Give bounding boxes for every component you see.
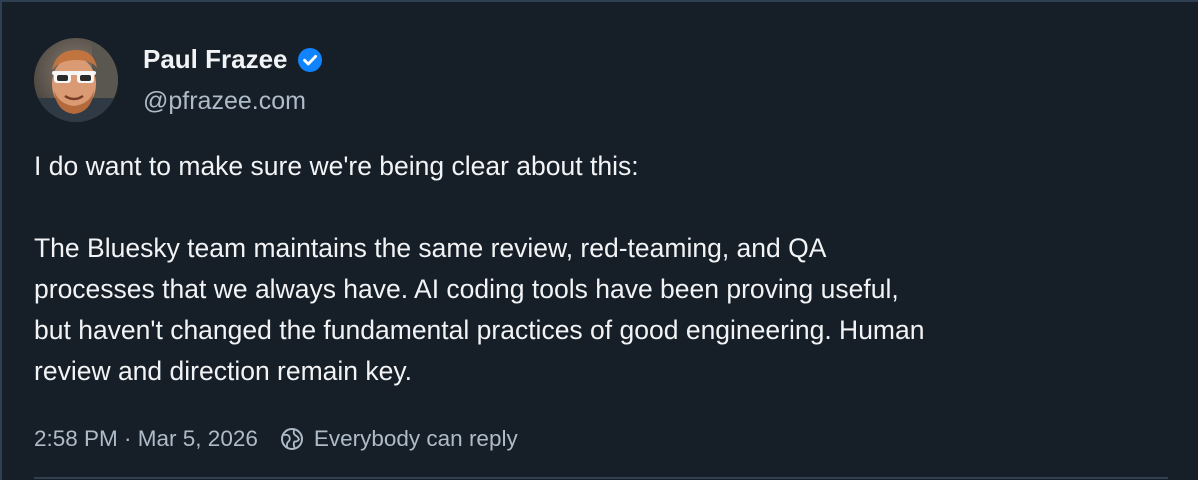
avatar-photo [34, 38, 118, 122]
post-meta: 2:58 PM · Mar 5, 2026 Everybody can repl… [34, 424, 518, 454]
post-text-line: review and direction remain key. [34, 356, 413, 386]
bottom-divider [34, 477, 1168, 479]
author-avatar[interactable] [34, 38, 118, 122]
post-text-line: I do want to make sure we're being clear… [34, 151, 639, 181]
author-name-row[interactable]: Paul Frazee [143, 44, 323, 75]
post-card: Paul Frazee @pfrazee.com I do want to ma… [0, 0, 1198, 480]
reply-setting[interactable]: Everybody can reply [314, 426, 518, 452]
post-timestamp[interactable]: 2:58 PM · Mar 5, 2026 [34, 426, 258, 452]
author-handle[interactable]: @pfrazee.com [143, 87, 306, 116]
verified-check-icon[interactable] [297, 47, 323, 73]
author-name[interactable]: Paul Frazee [143, 44, 288, 75]
post-text-line: The Bluesky team maintains the same revi… [34, 233, 827, 263]
post-text: I do want to make sure we're being clear… [34, 146, 1184, 392]
post-text-line: processes that we always have. AI coding… [34, 274, 899, 304]
globe-icon [280, 427, 304, 451]
post-text-line: but haven't changed the fundamental prac… [34, 315, 925, 345]
